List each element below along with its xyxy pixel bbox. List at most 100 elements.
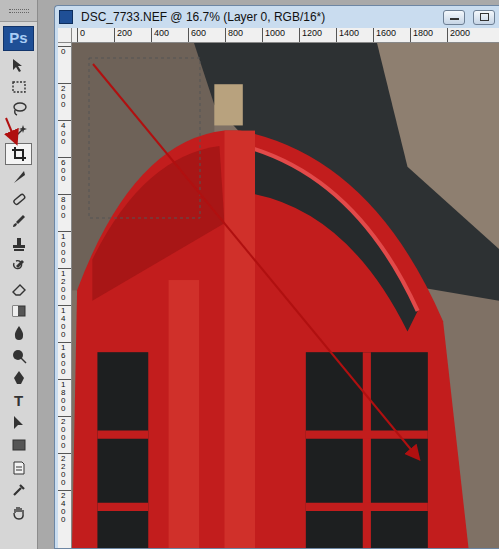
- ruler-label: 2400: [61, 492, 69, 524]
- document-icon: [59, 10, 73, 24]
- ruler-mark: 1400: [58, 305, 71, 342]
- tool-button[interactable]: [5, 98, 32, 120]
- ruler-label: 1400: [61, 307, 69, 339]
- tool-button[interactable]: [5, 345, 32, 367]
- healing-brush-icon: [11, 191, 27, 207]
- ruler-label: 1000: [61, 233, 69, 265]
- slice-icon: [11, 169, 27, 185]
- notes-icon: [11, 460, 27, 476]
- tool-button[interactable]: [5, 76, 32, 98]
- ruler-label: 2000: [61, 418, 69, 450]
- tool-button[interactable]: [5, 300, 32, 322]
- toolbox-header[interactable]: [0, 0, 37, 22]
- tool-button[interactable]: [5, 367, 32, 389]
- ruler-mark: 1200: [58, 268, 71, 305]
- tool-button[interactable]: [5, 165, 32, 187]
- magic-wand-icon: [11, 124, 27, 140]
- ruler-label: 1000: [262, 28, 299, 42]
- ruler-label: 1800: [61, 381, 69, 413]
- ruler-label: 600: [61, 159, 69, 183]
- grip-icon: [9, 9, 29, 13]
- dodge-icon: [11, 348, 27, 364]
- tool-button[interactable]: [5, 479, 32, 501]
- minimize-icon: [450, 18, 459, 20]
- tool-button[interactable]: [5, 54, 32, 76]
- minimize-button[interactable]: [443, 10, 465, 25]
- photo-image: [72, 43, 499, 548]
- tool-button[interactable]: [5, 233, 32, 255]
- ruler-mark: 600: [58, 157, 71, 194]
- type-icon: T: [14, 393, 23, 408]
- tool-button[interactable]: [5, 188, 32, 210]
- ruler-label: 1600: [61, 344, 69, 376]
- vertical-ruler[interactable]: 0 200 400 600 800 1000 1200 1400 1600 1800 2000 220…: [58, 43, 72, 548]
- ruler-label: 2200: [61, 455, 69, 487]
- history-brush-icon: [11, 258, 27, 274]
- crop-icon: [11, 146, 27, 162]
- horizontal-ruler[interactable]: 0200400600800100012001400160018002000: [72, 28, 499, 43]
- ruler-label: 800: [61, 196, 69, 220]
- pen-icon: [11, 370, 27, 386]
- path-selection-icon: [11, 415, 27, 431]
- ruler-mark: 2200: [58, 453, 71, 490]
- ruler-mark: 1800: [58, 379, 71, 416]
- pointer-arrow-icon: [6, 118, 16, 142]
- ruler-label: 600: [188, 28, 225, 42]
- tool-button[interactable]: [5, 143, 32, 165]
- tool-button[interactable]: [5, 277, 32, 299]
- drag-arrow-icon: [93, 64, 418, 458]
- title-bar[interactable]: DSC_7733.NEF @ 16.7% (Layer 0, RGB/16*): [55, 6, 499, 28]
- ruler-label: 400: [151, 28, 188, 42]
- ruler-label: 0: [77, 28, 114, 42]
- photoshop-app: Ps T DSC_7733.NEF @ 16.7% (Layer 0, RGB/…: [0, 0, 499, 549]
- clone-stamp-icon: [11, 236, 27, 252]
- brush-icon: [11, 213, 27, 229]
- ruler-label: 200: [114, 28, 151, 42]
- ruler-label: 800: [225, 28, 262, 42]
- ruler-origin[interactable]: [58, 28, 72, 43]
- tool-button[interactable]: T: [5, 389, 32, 411]
- ruler-label: 1200: [61, 270, 69, 302]
- ruler-mark: 0: [58, 46, 71, 83]
- gradient-icon: [11, 303, 27, 319]
- app-logo[interactable]: Ps: [3, 26, 34, 51]
- ruler-label: 1200: [299, 28, 336, 42]
- ruler-mark: 200: [58, 83, 71, 120]
- ruler-mark: 800: [58, 194, 71, 231]
- maximize-button[interactable]: [473, 10, 495, 25]
- eyedropper-icon: [11, 482, 27, 498]
- ruler-mark: 1600: [58, 342, 71, 379]
- hand-icon: [11, 505, 27, 521]
- tool-button[interactable]: [5, 434, 32, 456]
- window-title: DSC_7733.NEF @ 16.7% (Layer 0, RGB/16*): [81, 8, 435, 26]
- ruler-label: 200: [61, 85, 69, 109]
- tool-button[interactable]: [5, 457, 32, 479]
- ruler-label: 400: [61, 122, 69, 146]
- tool-button[interactable]: [5, 412, 32, 434]
- toolbox: Ps T: [0, 0, 38, 549]
- ruler-label: 2000: [447, 28, 484, 42]
- tool-button[interactable]: [5, 322, 32, 344]
- blur-icon: [11, 325, 27, 341]
- ruler-mark: 2000: [58, 416, 71, 453]
- tool-button[interactable]: [5, 121, 32, 143]
- document-window: DSC_7733.NEF @ 16.7% (Layer 0, RGB/16*) …: [54, 5, 499, 549]
- marquee-icon: [11, 79, 27, 95]
- tool-button[interactable]: [5, 501, 32, 523]
- ruler-label: 0: [61, 48, 69, 56]
- ruler-mark: 1000: [58, 231, 71, 268]
- crop-marquee: [89, 58, 200, 218]
- annotation-overlay: [0, 0, 499, 549]
- ruler-label: 1400: [336, 28, 373, 42]
- tool-button[interactable]: [5, 255, 32, 277]
- ruler-label: 1800: [410, 28, 447, 42]
- ruler-mark: 2400: [58, 490, 71, 527]
- ruler-label: 1600: [373, 28, 410, 42]
- lasso-icon: [11, 101, 27, 117]
- photo-canvas[interactable]: [72, 43, 499, 548]
- maximize-icon: [480, 13, 489, 21]
- shape-icon: [11, 437, 27, 453]
- tool-button[interactable]: [5, 210, 32, 232]
- move-icon: [11, 57, 27, 73]
- eraser-icon: [11, 281, 27, 297]
